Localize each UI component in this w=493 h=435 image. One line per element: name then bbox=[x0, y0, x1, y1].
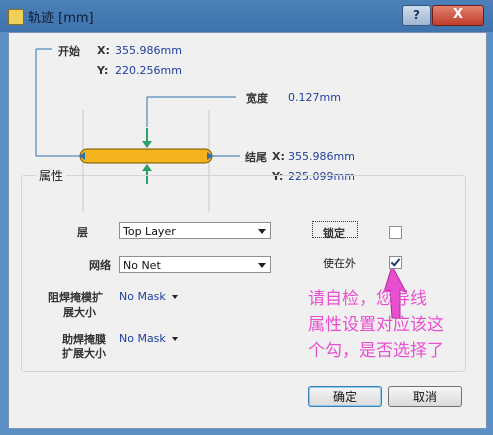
annotation-text: 请自检，您导线 属性设置对应该这 个勾，是否选择了 bbox=[308, 286, 488, 364]
layer-select[interactable]: Top Layer bbox=[119, 222, 271, 239]
paste-mask-value: No Mask bbox=[119, 332, 166, 345]
ok-button[interactable]: 确定 bbox=[308, 386, 382, 407]
focus-rect bbox=[312, 221, 358, 238]
chevron-down-icon bbox=[258, 263, 266, 268]
layer-select-value: Top Layer bbox=[123, 225, 176, 238]
net-select-value: No Net bbox=[123, 259, 161, 272]
solder-mask-dropdown[interactable]: No Mask bbox=[119, 290, 178, 303]
chevron-down-icon bbox=[171, 295, 178, 299]
annotation-line-2: 属性设置对应该这 bbox=[308, 315, 444, 335]
start-label: 开始 bbox=[58, 45, 80, 58]
width-arrow-top-icon bbox=[142, 141, 152, 148]
net-label: 网络 bbox=[89, 259, 111, 272]
start-x-value[interactable]: 355.986mm bbox=[115, 44, 182, 57]
width-value[interactable]: 0.127mm bbox=[288, 91, 341, 104]
end-x-value[interactable]: 355.986mm bbox=[288, 150, 355, 163]
keepout-label: 使在外 bbox=[323, 257, 356, 270]
paste-mask-dropdown[interactable]: No Mask bbox=[119, 332, 178, 345]
width-arrow-bottom-icon bbox=[142, 164, 152, 171]
net-select[interactable]: No Net bbox=[119, 256, 271, 273]
annotation-line-3: 个勾，是否选择了 bbox=[308, 341, 444, 361]
start-y-value[interactable]: 220.256mm bbox=[115, 64, 182, 77]
keepout-checkbox[interactable] bbox=[389, 256, 402, 269]
chevron-down-icon bbox=[171, 337, 178, 341]
solder-mask-value: No Mask bbox=[119, 290, 166, 303]
chevron-down-icon bbox=[258, 229, 266, 234]
cancel-button[interactable]: 取消 bbox=[388, 386, 462, 407]
solder-mask-label-line2: 展大小 bbox=[63, 306, 96, 319]
track-shape bbox=[79, 148, 213, 164]
locked-checkbox[interactable] bbox=[389, 226, 402, 239]
layer-label: 层 bbox=[77, 226, 88, 239]
start-y-label: Y: bbox=[97, 64, 109, 77]
annotation-line-1: 请自检，您导线 bbox=[308, 289, 427, 309]
end-x-label: X: bbox=[272, 150, 285, 163]
start-x-label: X: bbox=[97, 44, 110, 57]
properties-group-label: 属性 bbox=[36, 167, 67, 184]
solder-mask-label-line1: 阻焊掩模扩 bbox=[48, 291, 103, 304]
width-label: 宽度 bbox=[246, 92, 268, 105]
end-label: 结尾 bbox=[245, 151, 267, 164]
paste-mask-label-line2: 扩展大小 bbox=[62, 347, 106, 360]
